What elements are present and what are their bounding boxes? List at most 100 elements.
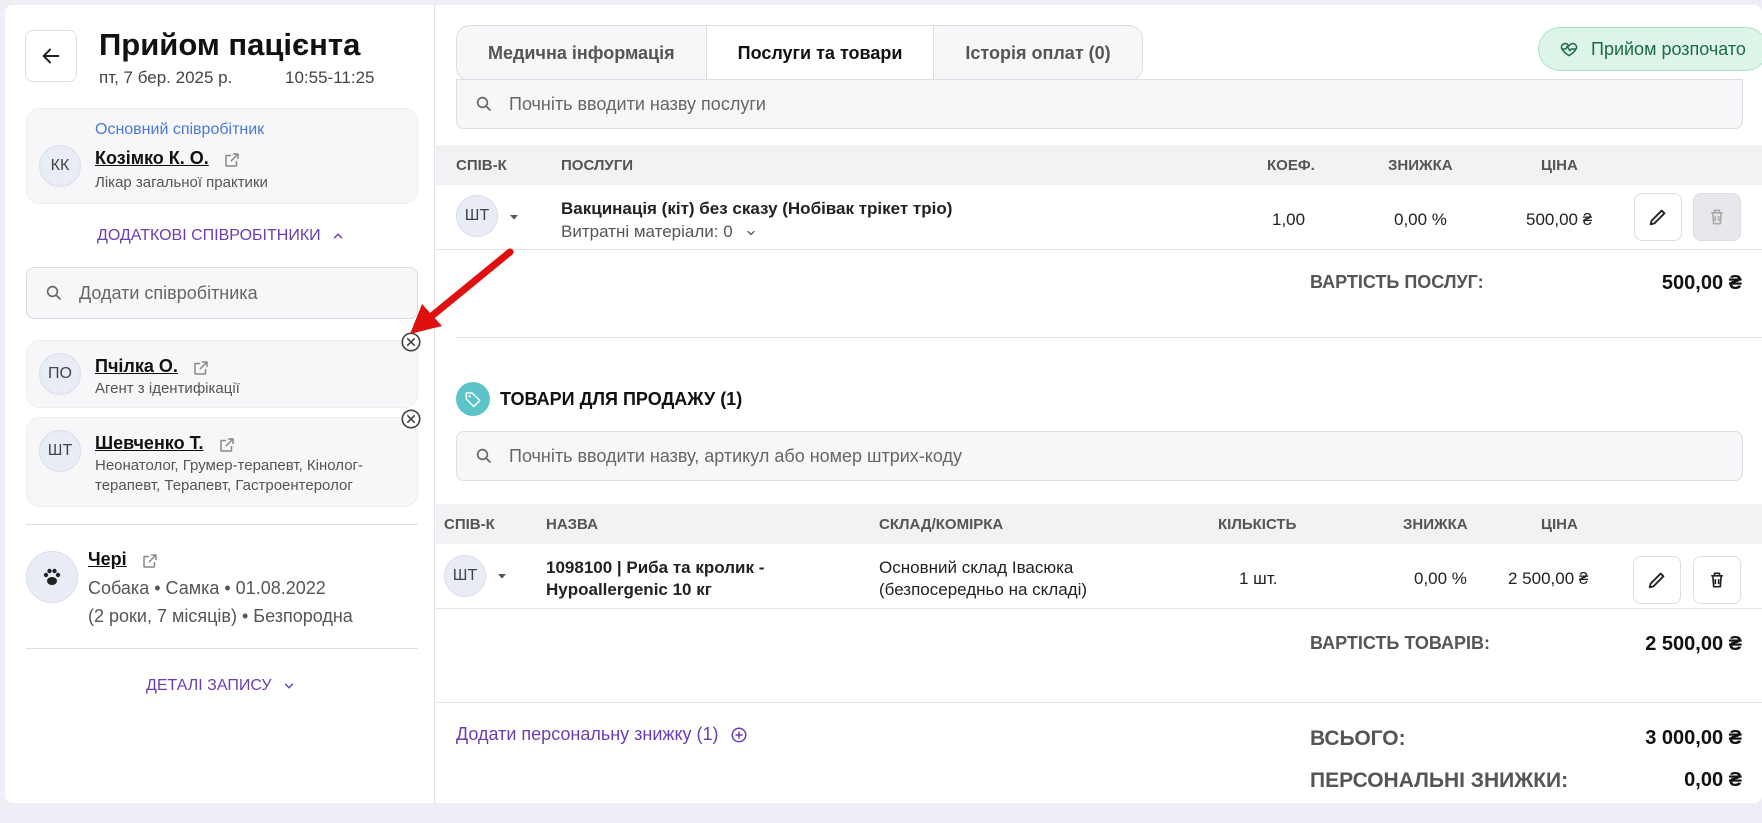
product-name-line1: 1098100 | Риба та кролик - (546, 558, 765, 577)
tab-payment-history[interactable]: Історія оплат (0) (934, 26, 1141, 80)
search-icon (46, 285, 61, 300)
pet-info-line: Собака • Самка • 01.08.2022 (88, 578, 326, 598)
personal-discounts-value: 0,00 ₴ (1684, 769, 1742, 791)
employee-name-row: Пчілка О. (95, 356, 210, 377)
personal-discounts-label: ПЕРСОНАЛЬНІ ЗНИЖКИ: (1310, 769, 1569, 792)
warehouse-line1: Основний склад Івасюка (879, 558, 1074, 577)
tab-bar: Медична інформація Послуги та товари Іст… (456, 25, 1143, 81)
chevron-down-icon[interactable] (506, 209, 522, 225)
additional-employee-card: ШТ Шевченко Т. Неонатолог, Грумер-терапе… (26, 417, 418, 507)
chevron-down-icon[interactable] (494, 568, 510, 584)
column-header-warehouse: СКЛАД/КОМІРКА (879, 516, 1004, 533)
search-icon (476, 96, 491, 111)
pet-name-link[interactable]: Чері (88, 549, 127, 569)
add-employee-search[interactable]: Додати співробітника (26, 267, 418, 319)
employee-avatar: ШТ (444, 555, 486, 597)
service-price: 500,00 ₴ (1526, 210, 1593, 229)
additional-employees-toggle[interactable]: ДОДАТКОВІ СПІВРОБІТНИКИ (97, 227, 345, 245)
chevron-up-icon (333, 233, 343, 239)
chevron-down-icon (284, 683, 294, 689)
back-button[interactable] (25, 30, 77, 82)
additional-employee-card: ПО Пчілка О. Агент з ідентифікації (26, 340, 418, 408)
plus-circle-icon (731, 727, 747, 743)
avatar: КК (39, 145, 81, 187)
goods-table-header: СПІВ-К НАЗВА СКЛАД/КОМІРКА КІЛЬКІСТЬ ЗНИ… (436, 504, 1762, 544)
product-discount: 0,00 % (1414, 569, 1467, 588)
appointment-time: 10:55-11:25 (285, 68, 375, 87)
external-link-icon[interactable] (223, 151, 241, 169)
service-coef: 1,00 (1272, 210, 1306, 229)
employee-name-link[interactable]: Пчілка О. (95, 356, 178, 376)
table-row: ШТ Вакцинація (кіт) без сказу (Нобівак т… (436, 185, 1762, 249)
appointment-date: пт, 7 бер. 2025 р. (99, 68, 233, 87)
appointment-sidebar: Прийом пацієнта пт, 7 бер. 2025 р. 10:55… (5, 5, 435, 803)
annotation-arrow-icon (410, 248, 514, 334)
column-header-employee: СПІВ-К (456, 157, 507, 174)
external-link-icon[interactable] (141, 552, 159, 570)
employee-role: Неонатолог, Грумер-терапевт, Кінолог-тер… (95, 457, 364, 494)
search-icon (476, 448, 491, 463)
heartbeat-icon (1560, 42, 1578, 57)
warehouse-line2: (безпосередньо на складі) (879, 580, 1088, 599)
status-label: Прийом розпочато (1591, 38, 1746, 59)
tag-icon (465, 392, 481, 408)
column-header-price: ЦІНА (1541, 516, 1578, 533)
delete-service-button[interactable] (1693, 193, 1741, 241)
app-window: Прийом пацієнта пт, 7 бер. 2025 р. 10:55… (5, 5, 1762, 803)
divider (436, 249, 1762, 250)
avatar: ПО (39, 353, 81, 395)
pet-name-row: Чері (88, 549, 159, 570)
page-title: Прийом пацієнта (99, 27, 361, 62)
record-details-toggle-label: ДЕТАЛІ ЗАПИСУ (146, 677, 272, 694)
services-table-header: СПІВ-К ПОСЛУГИ КОЕФ. ЗНИЖКА ЦІНА (436, 145, 1762, 185)
column-header-quantity: КІЛЬКІСТЬ (1218, 516, 1297, 533)
employee-name-row: Шевченко Т. (95, 433, 236, 454)
goods-total-value: 2 500,00 ₴ (1645, 633, 1742, 655)
service-name: Вакцинація (кіт) без сказу (Нобівак трік… (561, 199, 953, 218)
service-search[interactable]: Почніть вводити назву послуги (456, 79, 1743, 129)
column-header-services: ПОСЛУГИ (561, 157, 634, 174)
paw-icon (43, 568, 61, 585)
divider (26, 648, 418, 649)
pet-age-line: (2 роки, 7 місяців) • Безпородна (88, 606, 353, 626)
tag-icon-badge (456, 382, 490, 416)
grand-total-label: ВСЬОГО: (1310, 727, 1406, 750)
column-header-name: НАЗВА (546, 516, 598, 533)
services-total-label: ВАРТІСТЬ ПОСЛУГ: (1310, 272, 1484, 292)
external-link-icon[interactable] (192, 359, 210, 377)
column-header-coef: КОЕФ. (1267, 157, 1315, 174)
column-header-employee: СПІВ-К (444, 516, 495, 533)
consumables-label: Витратні матеріали: 0 (561, 222, 733, 241)
employee-name-link[interactable]: Шевченко Т. (95, 433, 204, 453)
record-details-toggle[interactable]: ДЕТАЛІ ЗАПИСУ (146, 677, 296, 695)
remove-employee-icon[interactable] (400, 408, 422, 430)
goods-search[interactable]: Почніть вводити назву, артикул або номер… (456, 431, 1743, 481)
arrow-left-icon (42, 48, 60, 64)
edit-product-button[interactable] (1633, 556, 1681, 604)
product-quantity: 1 шт. (1239, 569, 1278, 588)
product-price: 2 500,00 ₴ (1508, 569, 1589, 588)
tab-services-goods[interactable]: Послуги та товари (706, 26, 935, 80)
chevron-down-icon (747, 230, 756, 235)
trash-icon (1711, 209, 1723, 225)
tab-medical-info[interactable]: Медична інформація (457, 26, 707, 80)
consumables-toggle[interactable]: Витратні матеріали: 0 (561, 222, 757, 242)
main-employee-role: Лікар загальної практики (95, 174, 268, 191)
goods-total-label: ВАРТІСТЬ ТОВАРІВ: (1310, 633, 1490, 653)
additional-employees-toggle-label: ДОДАТКОВІ СПІВРОБІТНИКИ (97, 227, 321, 244)
edit-service-button[interactable] (1634, 193, 1682, 241)
main-employee-name-link[interactable]: Козімко К. О. (95, 148, 209, 168)
external-link-icon[interactable] (218, 436, 236, 454)
column-header-discount: ЗНИЖКА (1388, 157, 1453, 174)
pencil-icon (1648, 572, 1665, 589)
main-employee-card: Основний співробітник КК Козімко К. О. Л… (26, 108, 418, 204)
add-personal-discount-label: Додати персональну знижку (1) (456, 724, 719, 744)
status-badge: Прийом розпочато (1538, 27, 1762, 71)
table-row: ШТ 1098100 | Риба та кролик - Hypoallerg… (436, 544, 1762, 608)
divider (456, 337, 1762, 338)
divider (436, 608, 1762, 609)
delete-product-button[interactable] (1693, 556, 1741, 604)
add-personal-discount-link[interactable]: Додати персональну знижку (1) (456, 724, 748, 745)
services-total-value: 500,00 ₴ (1661, 272, 1742, 294)
grand-total-value: 3 000,00 ₴ (1645, 727, 1742, 749)
